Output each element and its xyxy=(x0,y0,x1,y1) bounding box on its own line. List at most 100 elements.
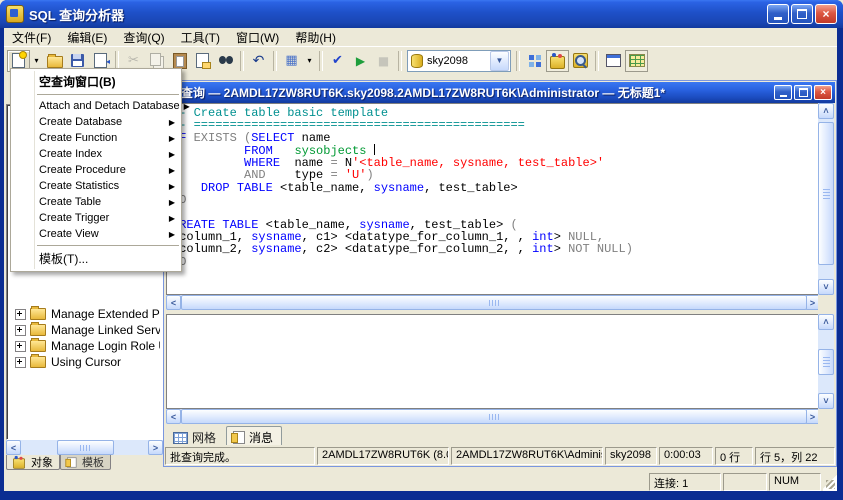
results-vertical-scrollbar[interactable]: ˄ ˅ xyxy=(818,314,834,409)
minimize-button[interactable] xyxy=(767,4,789,24)
menu-item[interactable]: Create Trigger▶ xyxy=(11,210,181,226)
scroll-up-icon[interactable]: ˄ xyxy=(818,103,834,119)
new-query-menu: 空查询窗口(B)Attach and Detach Database▶Creat… xyxy=(10,68,182,272)
expand-plus-icon[interactable] xyxy=(15,325,26,336)
menu-separator xyxy=(37,94,179,95)
menu-item[interactable]: Create Database▶ xyxy=(11,114,181,130)
tab-templates[interactable]: 模板 xyxy=(60,455,111,470)
stop-button: ■ xyxy=(372,50,395,72)
scrollbar-thumb[interactable] xyxy=(818,122,834,265)
scroll-up-icon[interactable]: ˄ xyxy=(818,314,834,330)
menu-item[interactable]: Create Function▶ xyxy=(11,130,181,146)
code-token: sysname xyxy=(251,242,301,256)
query-minimize-button[interactable] xyxy=(774,85,792,100)
menu-tools[interactable]: 工具(T) xyxy=(173,28,228,47)
menu-help[interactable]: 帮助(H) xyxy=(287,28,344,47)
database-combo-value: sky2098 xyxy=(427,55,490,67)
scrollbar-track[interactable] xyxy=(21,440,148,455)
menu-query[interactable]: 查询(Q) xyxy=(115,28,172,47)
menu-item[interactable]: Attach and Detach Database▶ xyxy=(11,98,181,114)
tree-item[interactable]: Using Cursor xyxy=(9,354,160,370)
close-button[interactable]: × xyxy=(815,4,837,24)
folder-icon xyxy=(30,308,46,320)
window-title: SQL 查询分析器 xyxy=(29,5,765,24)
menu-window[interactable]: 窗口(W) xyxy=(228,28,287,47)
menu-file[interactable]: 文件(F) xyxy=(4,28,59,47)
show-results-pane-button[interactable] xyxy=(625,50,648,72)
scroll-left-icon[interactable]: < xyxy=(166,295,181,310)
expand-plus-icon[interactable] xyxy=(15,357,26,368)
tree-item[interactable]: Manage Login Role U: xyxy=(9,338,160,354)
folder-icon xyxy=(30,356,46,368)
scroll-down-icon[interactable]: ˅ xyxy=(818,279,834,295)
object-browser-button[interactable] xyxy=(546,50,569,72)
submenu-arrow-icon: ▶ xyxy=(184,102,190,111)
insert-template-icon: ◂ xyxy=(94,53,107,68)
connection-properties-button[interactable] xyxy=(602,50,625,72)
code-line: <column_2, sysname, c2> <datatype_for_co… xyxy=(172,243,633,255)
execution-plan-button[interactable] xyxy=(523,50,546,72)
query-close-button[interactable]: × xyxy=(814,85,832,100)
execute-button[interactable]: ▶ xyxy=(349,50,372,72)
query-status-panel: 0 行 xyxy=(715,447,753,465)
scrollbar-track[interactable] xyxy=(818,119,834,279)
code-line: IF EXISTS (SELECT name xyxy=(172,132,633,144)
database-combo-dropdown[interactable]: ▼ xyxy=(490,51,509,71)
menu-item[interactable]: Create Statistics▶ xyxy=(11,178,181,194)
editor-vertical-scrollbar[interactable]: ˄ ˅ xyxy=(818,103,834,295)
scroll-left-icon[interactable]: < xyxy=(6,440,21,455)
expand-plus-icon[interactable] xyxy=(15,341,26,352)
scrollbar-thumb[interactable] xyxy=(181,295,807,310)
scrollbar-track[interactable] xyxy=(181,295,805,310)
copy-icon xyxy=(150,53,161,66)
menu-edit[interactable]: 编辑(E) xyxy=(59,28,115,47)
tab-objects[interactable]: 对象 xyxy=(6,455,60,470)
scrollbar-track[interactable] xyxy=(818,330,834,393)
code-token: DROP TABLE xyxy=(201,181,280,195)
tree-item[interactable]: Manage Extended Pro xyxy=(9,306,160,322)
menu-item[interactable]: Create Table▶ xyxy=(11,194,181,210)
menu-item[interactable]: Create Procedure▶ xyxy=(11,162,181,178)
messages-tab-label: 消息 xyxy=(249,429,273,446)
expand-plus-icon[interactable] xyxy=(15,309,26,320)
close-icon: × xyxy=(822,7,829,21)
query-window-title: 查询 — 2AMDL17ZW8RUT6K.sky2098.2AMDL17ZW8R… xyxy=(181,84,772,101)
database-combo[interactable]: sky2098 ▼ xyxy=(407,50,511,72)
editor-horizontal-scrollbar[interactable]: < > xyxy=(166,295,820,310)
find-button[interactable] xyxy=(214,50,237,72)
tree-horizontal-scrollbar[interactable]: < > xyxy=(6,440,163,455)
menu-item[interactable]: 空查询窗口(B) xyxy=(11,72,181,91)
scrollbar-thumb[interactable] xyxy=(818,349,834,375)
resize-grip[interactable] xyxy=(823,473,837,491)
title-bar[interactable]: SQL 查询分析器 × xyxy=(0,0,843,28)
sql-editor[interactable]: -- Create table basic template-- =======… xyxy=(166,103,820,295)
templates-tab-icon xyxy=(67,457,77,467)
scroll-down-icon[interactable]: ˅ xyxy=(818,393,834,409)
scrollbar-thumb[interactable] xyxy=(57,440,115,455)
menu-item[interactable]: 模板(T)... xyxy=(11,249,181,268)
query-window-title-bar[interactable]: 查询 — 2AMDL17ZW8RUT6K.sky2098.2AMDL17ZW8R… xyxy=(165,82,835,103)
menu-item[interactable]: Create Index▶ xyxy=(11,146,181,162)
scrollbar-track[interactable] xyxy=(181,409,805,424)
menu-separator xyxy=(37,245,179,246)
undo-button[interactable]: ↶ xyxy=(247,50,270,72)
execute-mode-dropdown[interactable]: ▾ xyxy=(303,50,316,72)
code-token: EXISTS ( xyxy=(194,131,252,145)
scroll-left-icon[interactable]: < xyxy=(166,409,181,424)
query-restore-button[interactable] xyxy=(794,85,812,100)
results-horizontal-scrollbar[interactable]: < > xyxy=(166,409,820,424)
execute-mode-button[interactable]: ▦ xyxy=(280,50,303,72)
clear-window-button[interactable] xyxy=(191,50,214,72)
scrollbar-thumb[interactable] xyxy=(181,409,807,424)
submenu-arrow-icon: ▶ xyxy=(169,166,175,175)
parse-query-button[interactable]: ✔ xyxy=(326,50,349,72)
tree-item[interactable]: Manage Linked Serve xyxy=(9,322,160,338)
scroll-right-icon[interactable]: > xyxy=(148,440,163,455)
code-token: SELECT xyxy=(251,131,301,145)
database-icon xyxy=(411,54,423,68)
object-search-button[interactable] xyxy=(569,50,592,72)
paste-icon xyxy=(173,53,187,69)
menu-item[interactable]: Create View▶ xyxy=(11,226,181,242)
object-search-icon xyxy=(573,53,588,68)
maximize-button[interactable] xyxy=(791,4,813,24)
